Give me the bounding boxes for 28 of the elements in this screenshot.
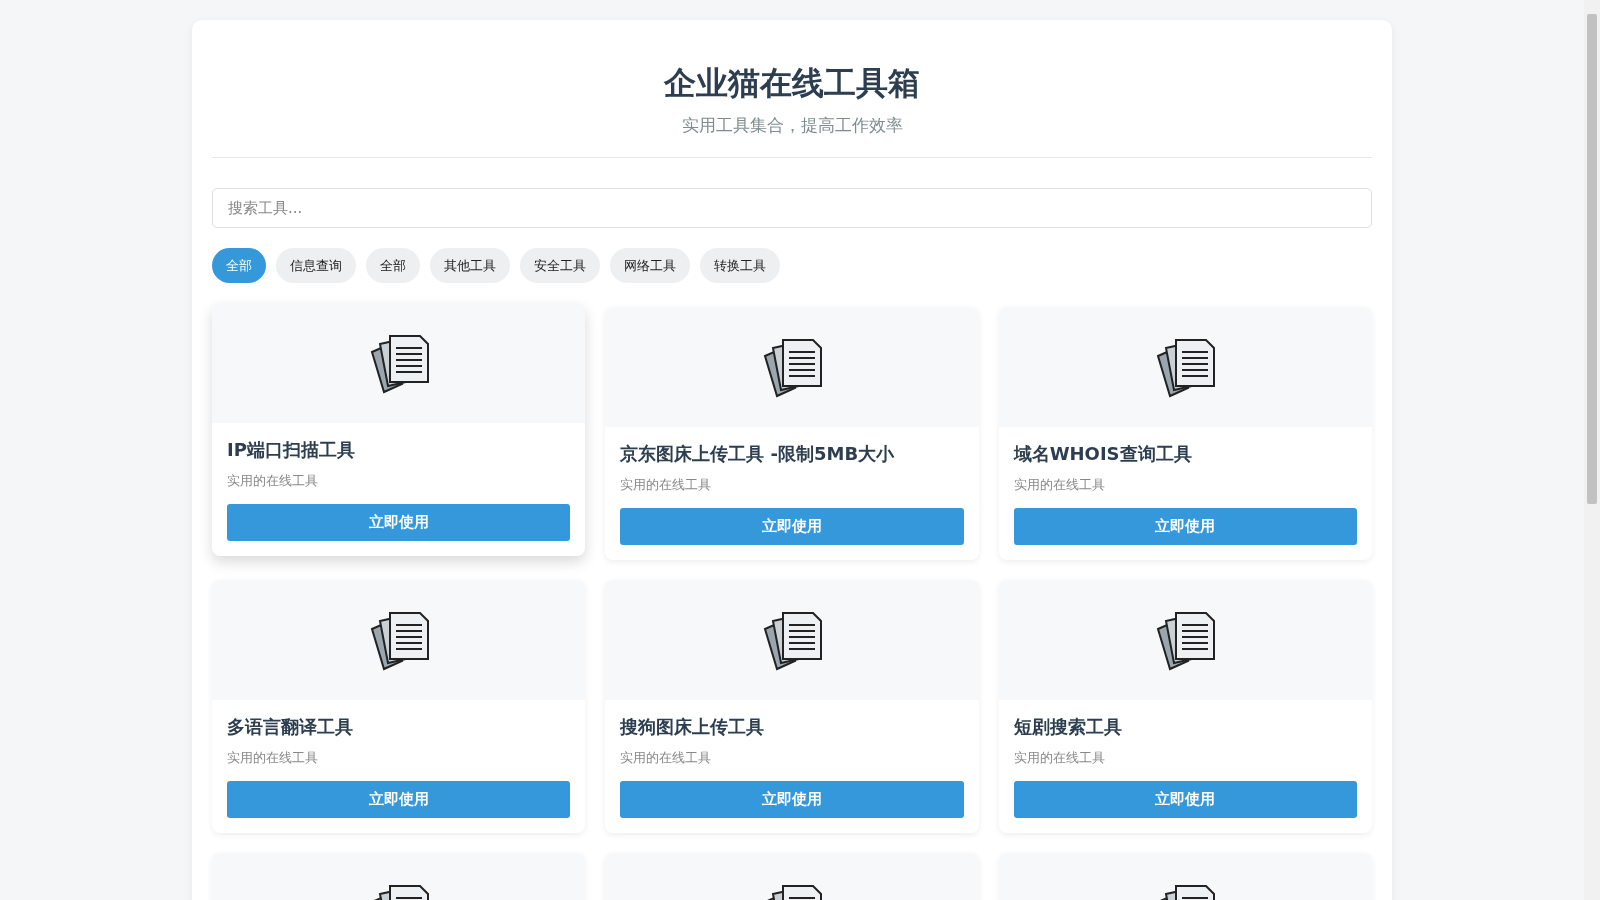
tool-title: 短剧搜索工具 [1013, 715, 1123, 739]
use-button[interactable]: 立即使用 [227, 504, 571, 541]
page-title: 企业猫在线工具箱 [664, 63, 920, 104]
filter-tab[interactable]: 全部 [212, 248, 266, 283]
tool-title: 搜狗图床上传工具 [620, 715, 766, 739]
use-button[interactable]: 立即使用 [620, 508, 964, 545]
tool-title: 多语言翻译工具 [227, 715, 354, 739]
use-button[interactable]: 立即使用 [227, 781, 571, 818]
use-button[interactable]: 立即使用 [1013, 508, 1357, 545]
filter-tab[interactable]: 全部 [366, 248, 420, 283]
filter-tab[interactable]: 其他工具 [430, 248, 510, 283]
tool-description: 实用的在线工具 [227, 749, 319, 767]
tool-title: 域名WHOIS查询工具 [1013, 442, 1193, 466]
filter-tab[interactable]: 转换工具 [700, 248, 780, 283]
tool-description: 实用的在线工具 [1013, 749, 1106, 767]
tool-description: 实用的在线工具 [1013, 476, 1106, 494]
use-button[interactable]: 立即使用 [1013, 781, 1357, 818]
tool-title: 京东图床上传工具 -限制5MB大小 [620, 442, 896, 466]
filter-tab[interactable]: 信息查询 [276, 248, 356, 283]
search-field[interactable]: 搜索工具... [212, 188, 1372, 228]
filter-tab[interactable]: 网络工具 [610, 248, 690, 283]
use-button[interactable]: 立即使用 [620, 781, 964, 818]
tool-description: 实用的在线工具 [620, 749, 713, 767]
tool-description: 实用的在线工具 [620, 476, 713, 494]
page-subtitle: 实用工具集合，提高工作效率 [681, 114, 903, 137]
filter-tab[interactable]: 安全工具 [520, 248, 600, 283]
tool-title: IP端口扫描工具 [227, 438, 356, 462]
tool-description: 实用的在线工具 [227, 472, 319, 490]
